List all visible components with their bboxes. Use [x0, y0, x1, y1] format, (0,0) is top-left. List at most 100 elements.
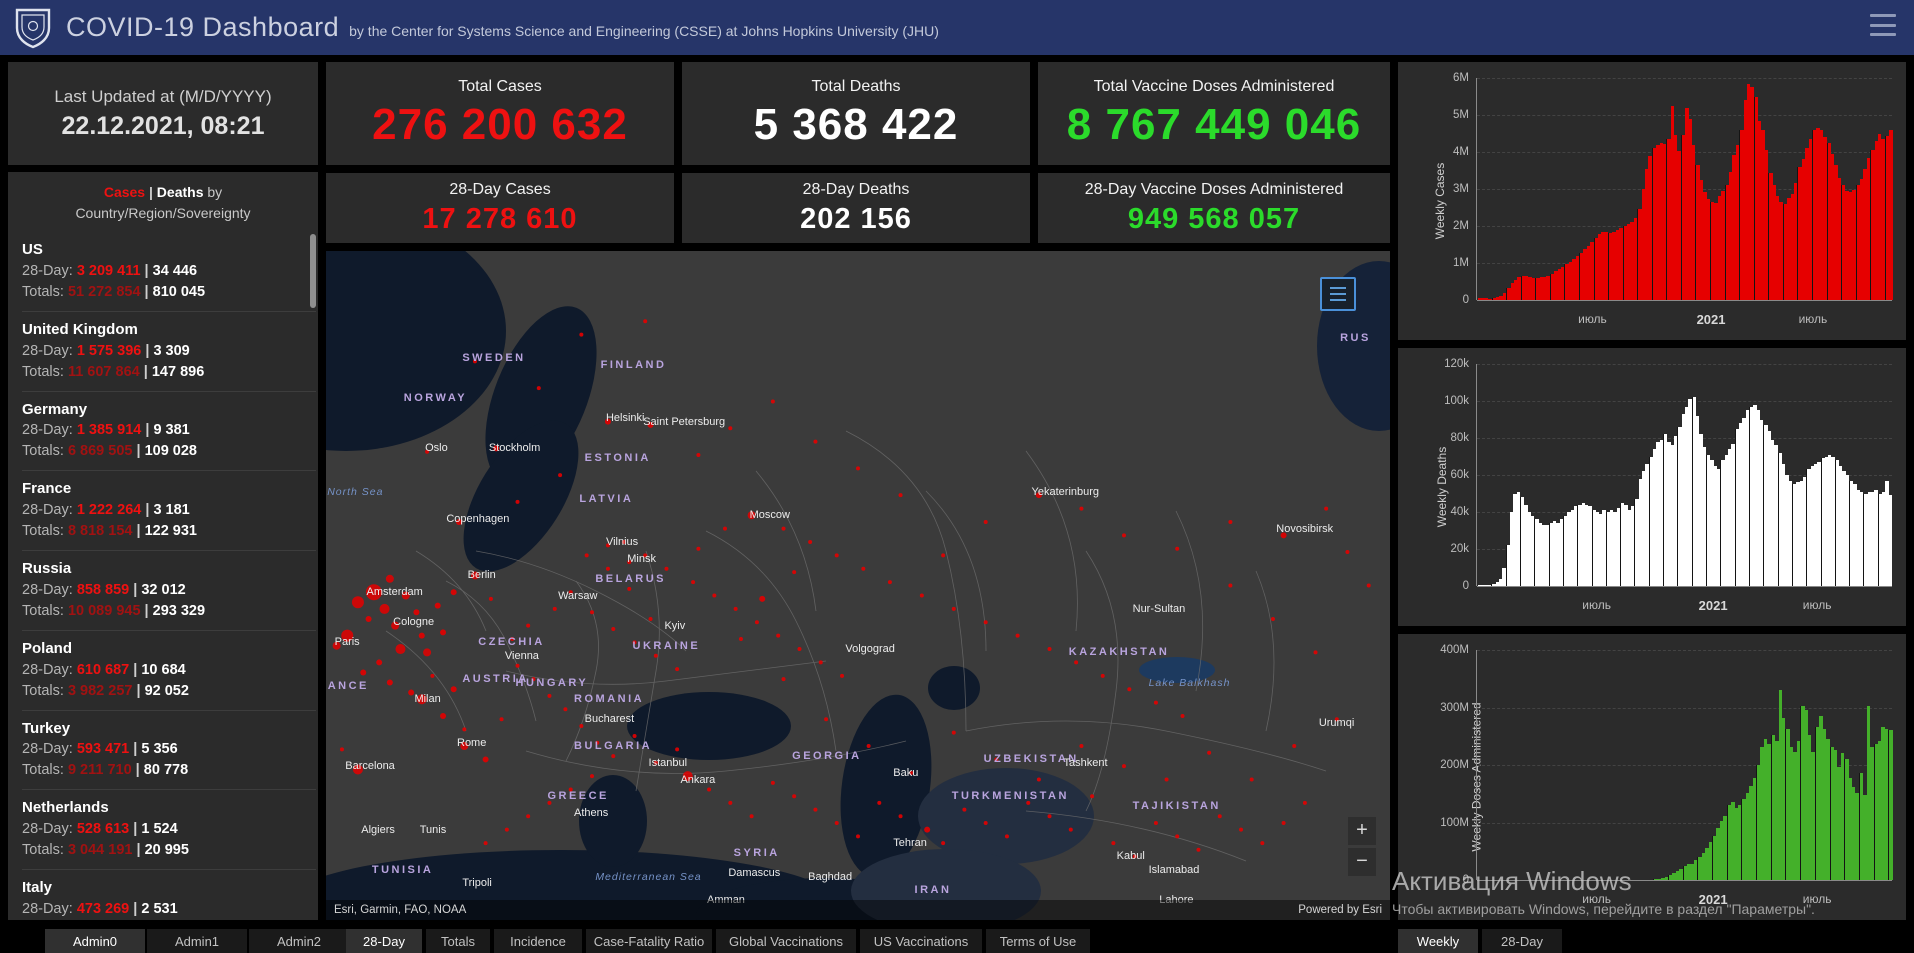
- case-dot[interactable]: [712, 593, 717, 598]
- case-dot[interactable]: [1164, 777, 1169, 782]
- case-dot[interactable]: [643, 553, 648, 558]
- case-dot[interactable]: [824, 717, 829, 722]
- case-dot[interactable]: [818, 660, 823, 665]
- case-dot[interactable]: [834, 553, 839, 558]
- case-dot[interactable]: [728, 426, 733, 431]
- case-dot[interactable]: [1047, 647, 1052, 652]
- case-dot[interactable]: [770, 399, 775, 404]
- case-dot[interactable]: [781, 677, 786, 682]
- case-dot[interactable]: [856, 466, 860, 471]
- case-dot[interactable]: [604, 418, 611, 425]
- country-row[interactable]: Russia 28-Day: 858 859 | 32 012 Totals: 10…: [22, 551, 316, 631]
- country-row[interactable]: France 28-Day: 1 222 264 | 3 181 Totals: 8…: [22, 471, 316, 552]
- map-legend-icon[interactable]: [1320, 277, 1356, 311]
- case-dot[interactable]: [898, 814, 903, 819]
- case-dot[interactable]: [339, 747, 344, 752]
- case-dot[interactable]: [632, 734, 637, 739]
- case-dot[interactable]: [416, 694, 427, 705]
- case-dot[interactable]: [510, 637, 515, 642]
- case-dot[interactable]: [770, 780, 775, 785]
- case-dot[interactable]: [504, 827, 509, 832]
- case-dot[interactable]: [1270, 616, 1275, 621]
- case-dot[interactable]: [558, 473, 563, 478]
- case-dot[interactable]: [460, 742, 469, 751]
- case-dot[interactable]: [376, 659, 383, 666]
- case-dot[interactable]: [563, 707, 568, 712]
- case-dot[interactable]: [515, 663, 520, 668]
- case-dot[interactable]: [1196, 847, 1201, 852]
- tab-case-fatality-ratio[interactable]: Case-Fatality Ratio: [586, 929, 712, 953]
- case-dot[interactable]: [1068, 827, 1073, 832]
- tab-global-vaccinations[interactable]: Global Vaccinations: [716, 929, 856, 953]
- powered-by-esri[interactable]: Powered by Esri: [1298, 904, 1382, 916]
- case-dot[interactable]: [611, 754, 616, 759]
- case-dot[interactable]: [723, 526, 727, 531]
- case-dot[interactable]: [643, 319, 648, 324]
- case-dot[interactable]: [482, 756, 489, 763]
- tab-incidence[interactable]: Incidence: [494, 929, 582, 953]
- case-dot[interactable]: [749, 814, 754, 819]
- case-dot[interactable]: [386, 679, 393, 686]
- case-dot[interactable]: [1047, 814, 1052, 819]
- case-dot[interactable]: [781, 526, 786, 531]
- tab-28-day[interactable]: 28-Day: [1482, 929, 1562, 953]
- case-dot[interactable]: [423, 648, 432, 657]
- case-dot[interactable]: [1175, 546, 1180, 551]
- case-dot[interactable]: [1015, 633, 1020, 638]
- tab-terms-of-use[interactable]: Terms of Use: [986, 929, 1090, 953]
- zoom-in-button[interactable]: +: [1348, 817, 1376, 845]
- case-dot[interactable]: [462, 727, 467, 732]
- case-dot[interactable]: [1035, 492, 1042, 499]
- case-dot[interactable]: [547, 693, 552, 698]
- tab-admin2[interactable]: Admin2: [249, 929, 349, 953]
- case-dot[interactable]: [1026, 800, 1031, 805]
- case-dot[interactable]: [941, 553, 946, 558]
- case-dot[interactable]: [792, 794, 797, 799]
- tab-admin1[interactable]: Admin1: [147, 929, 247, 953]
- case-dot[interactable]: [1079, 506, 1084, 511]
- case-dot[interactable]: [365, 615, 372, 622]
- case-dot[interactable]: [675, 667, 680, 672]
- tab-admin0[interactable]: Admin0: [45, 929, 145, 953]
- tab-28-day[interactable]: 28-Day: [346, 929, 422, 953]
- case-dot[interactable]: [1153, 700, 1158, 705]
- case-dot[interactable]: [696, 453, 701, 458]
- world-map[interactable]: SWEDEN NORWAY FINLAND ESTONIA LATVIA BELARUS C…: [326, 251, 1390, 920]
- case-dot[interactable]: [351, 596, 364, 609]
- case-dot[interactable]: [595, 740, 600, 745]
- case-dot[interactable]: [472, 359, 477, 364]
- case-dot[interactable]: [924, 826, 931, 833]
- case-dot[interactable]: [648, 616, 653, 621]
- case-dot[interactable]: [951, 730, 956, 735]
- case-dot[interactable]: [951, 606, 956, 611]
- case-dot[interactable]: [552, 606, 557, 611]
- case-dot[interactable]: [531, 677, 536, 682]
- case-dot[interactable]: [408, 689, 415, 696]
- case-dot[interactable]: [536, 386, 541, 391]
- bar[interactable]: [1889, 129, 1893, 300]
- case-dot[interactable]: [808, 540, 813, 545]
- case-dot[interactable]: [1313, 650, 1318, 655]
- case-dot[interactable]: [834, 820, 839, 825]
- case-dot[interactable]: [792, 570, 797, 575]
- country-list-panel[interactable]: Cases | Deaths by Country/Region/Soverei…: [8, 172, 318, 920]
- case-dot[interactable]: [1366, 583, 1371, 588]
- case-dot[interactable]: [365, 584, 382, 601]
- case-dot[interactable]: [1180, 713, 1185, 718]
- case-dot[interactable]: [590, 610, 594, 615]
- case-dot[interactable]: [526, 623, 531, 628]
- case-dot[interactable]: [1100, 673, 1105, 678]
- case-dot[interactable]: [1280, 532, 1287, 539]
- case-dot[interactable]: [488, 596, 493, 601]
- case-dot[interactable]: [696, 546, 701, 551]
- case-dot[interactable]: [1334, 717, 1339, 722]
- case-dot[interactable]: [653, 653, 658, 658]
- case-dot[interactable]: [621, 540, 626, 545]
- case-dot[interactable]: [579, 723, 584, 728]
- case-dot[interactable]: [813, 807, 818, 812]
- case-dot[interactable]: [627, 586, 632, 591]
- case-dot[interactable]: [1122, 533, 1126, 538]
- case-dot[interactable]: [470, 571, 479, 580]
- case-dot[interactable]: [747, 511, 756, 520]
- case-dot[interactable]: [1302, 800, 1307, 805]
